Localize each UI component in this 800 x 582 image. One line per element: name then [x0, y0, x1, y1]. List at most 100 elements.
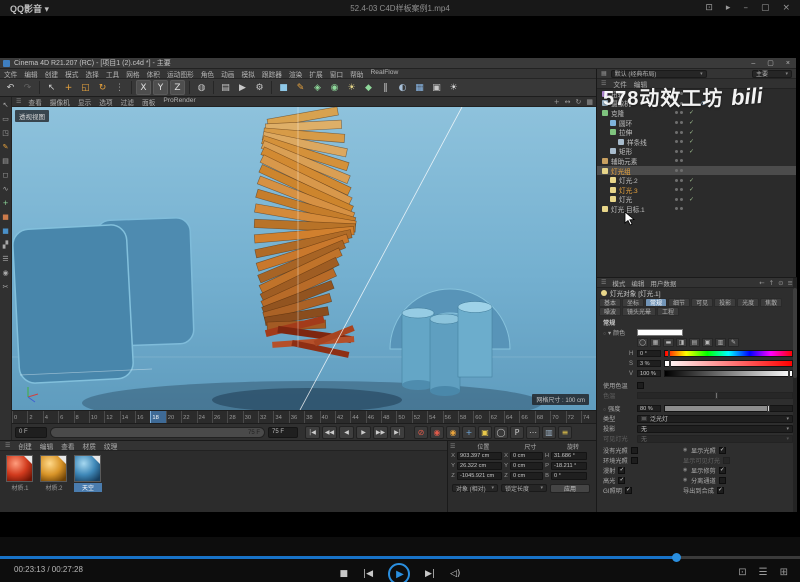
next-button[interactable]: ▶|: [425, 569, 435, 579]
object-tree-row[interactable]: 灯光.目标.1: [597, 204, 796, 214]
ruler-tick[interactable]: 62: [489, 411, 504, 423]
checkbox[interactable]: [631, 457, 638, 464]
enabled-check-icon[interactable]: ✓: [689, 138, 694, 145]
enabled-check-icon[interactable]: ✓: [689, 177, 694, 184]
back-icon[interactable]: ←: [759, 279, 764, 287]
mograph-icon[interactable]: ◆: [361, 80, 376, 95]
volume-button[interactable]: ◁): [450, 569, 460, 579]
shadow-select[interactable]: 无▾: [637, 425, 793, 433]
color-swatch[interactable]: [637, 329, 683, 336]
gradient-mode-icon[interactable]: ▬: [663, 338, 674, 347]
object-tree-row[interactable]: 克隆✓: [597, 108, 796, 118]
layer-dots[interactable]: [675, 140, 683, 143]
menu-item[interactable]: RealFlow: [370, 69, 398, 79]
menu-item[interactable]: 创建: [18, 441, 31, 451]
mixer-mode-icon[interactable]: ▣: [702, 338, 713, 347]
c4d-maximize-icon[interactable]: ▢: [767, 58, 774, 69]
pen-spline-icon[interactable]: ✎: [293, 80, 308, 95]
ruler-tick[interactable]: 40: [320, 411, 335, 423]
checkbox[interactable]: ✓: [717, 487, 724, 494]
hamburger-icon[interactable]: ☰: [601, 80, 606, 87]
record-off-icon[interactable]: ⊘: [414, 426, 428, 439]
progress-handle[interactable]: [672, 553, 681, 562]
object-tree-row[interactable]: 拉伸✓: [597, 127, 796, 137]
key-position-icon[interactable]: +: [462, 426, 476, 439]
swatch-mode-icon[interactable]: ▥: [715, 338, 726, 347]
ruler-tick[interactable]: 58: [458, 411, 473, 423]
menu-item[interactable]: 材质: [83, 441, 96, 451]
enabled-check-icon[interactable]: ✓: [689, 119, 694, 126]
coord-value-field[interactable]: 0 cm: [510, 452, 543, 460]
ruler-tick[interactable]: 42: [335, 411, 350, 423]
environment-icon[interactable]: ☀: [344, 80, 359, 95]
link-radio-icon[interactable]: ◉: [683, 477, 688, 483]
key-pla-icon[interactable]: ⋯: [526, 426, 540, 439]
checkbox[interactable]: ✓: [625, 487, 632, 494]
hair-icon[interactable]: ‖: [378, 80, 393, 95]
menu-item[interactable]: 编辑: [24, 69, 37, 79]
deformer-icon[interactable]: ◉: [327, 80, 342, 95]
spectrum-mode-icon[interactable]: ▦: [650, 338, 661, 347]
menu-item[interactable]: 面板: [142, 97, 155, 107]
menu-item[interactable]: 模式: [612, 278, 625, 288]
layer-dots[interactable]: [675, 207, 683, 210]
autokey-icon[interactable]: ◉: [446, 426, 460, 439]
grid-tool-icon[interactable]: ▤: [1, 155, 11, 166]
checkbox[interactable]: ✓: [618, 477, 625, 484]
menu-item[interactable]: ProRender: [163, 97, 195, 107]
layer-dots[interactable]: [675, 179, 683, 182]
ruler-tick[interactable]: 48: [381, 411, 396, 423]
object-tree-row[interactable]: 样条线✓: [597, 137, 796, 147]
goto-end-button[interactable]: ▶|: [390, 426, 405, 439]
mini-mode-icon[interactable]: ▸: [726, 0, 731, 16]
coord-value-field[interactable]: -18.211 °: [551, 462, 587, 470]
coord-value-field[interactable]: 0 cm: [510, 462, 543, 470]
menu-item[interactable]: 窗口: [330, 69, 343, 79]
use-temperature-checkbox[interactable]: [637, 382, 644, 389]
search-icon[interactable]: ⊙: [778, 279, 783, 287]
menu-item[interactable]: 角色: [201, 69, 214, 79]
checkbox[interactable]: ✓: [618, 467, 625, 474]
material-thumbnail[interactable]: [40, 455, 67, 482]
menu-item[interactable]: 扩展: [309, 69, 322, 79]
zoom-view-icon[interactable]: ↔: [565, 98, 571, 106]
maximize-icon[interactable]: ▢: [761, 0, 770, 16]
play-button[interactable]: ▶: [388, 563, 410, 582]
material-thumbnail[interactable]: [6, 455, 33, 482]
lock-x-button[interactable]: X: [136, 80, 151, 95]
enabled-check-icon[interactable]: ✓: [689, 186, 694, 193]
prev-frame-button[interactable]: ◀: [339, 426, 354, 439]
record-active-icon[interactable]: ◉: [430, 426, 444, 439]
attribute-tab[interactable]: 可见: [691, 298, 713, 307]
visible-light-select[interactable]: 无▾: [637, 435, 793, 443]
key-rotation-icon[interactable]: ◯: [494, 426, 508, 439]
stop-button[interactable]: ■: [340, 569, 349, 579]
intensity-value[interactable]: 80 %: [637, 405, 661, 412]
attribute-tab[interactable]: 常规: [645, 298, 667, 307]
viewport-canvas[interactable]: 透视视图 网格尺寸 : 100 cm: [12, 107, 596, 410]
ruler-tick[interactable]: 2: [27, 411, 42, 423]
menu-item[interactable]: 过滤: [121, 97, 134, 107]
object-tree-row[interactable]: 灯光.3✓: [597, 185, 796, 195]
timeline-ruler[interactable]: 0246810121416182022242628303234363840424…: [12, 410, 596, 423]
attribute-tab[interactable]: 镜头光晕: [622, 307, 656, 316]
picker-icon[interactable]: ✎: [728, 338, 739, 347]
ruler-tick[interactable]: 66: [519, 411, 534, 423]
menu-item[interactable]: 纹理: [104, 441, 117, 451]
checkbox[interactable]: [631, 447, 638, 454]
scale-tool-icon[interactable]: ◱: [78, 80, 93, 95]
enabled-check-icon[interactable]: ✓: [689, 148, 694, 155]
menu-item[interactable]: 文件: [4, 69, 17, 79]
menu-item[interactable]: 文件: [613, 79, 626, 89]
layer-dots[interactable]: [675, 188, 683, 191]
ruler-tick[interactable]: 24: [197, 411, 212, 423]
coord-system-icon[interactable]: ◍: [194, 80, 209, 95]
attribute-tab[interactable]: 投影: [714, 298, 736, 307]
intensity-slider[interactable]: [664, 405, 793, 412]
ruler-tick[interactable]: 54: [427, 411, 442, 423]
ruler-tick[interactable]: 72: [566, 411, 581, 423]
checkbox[interactable]: [723, 457, 730, 464]
attribute-tab[interactable]: 细节: [668, 298, 690, 307]
object-tree-row[interactable]: 扭转: [597, 89, 796, 99]
attribute-tab[interactable]: 焦散: [760, 298, 782, 307]
